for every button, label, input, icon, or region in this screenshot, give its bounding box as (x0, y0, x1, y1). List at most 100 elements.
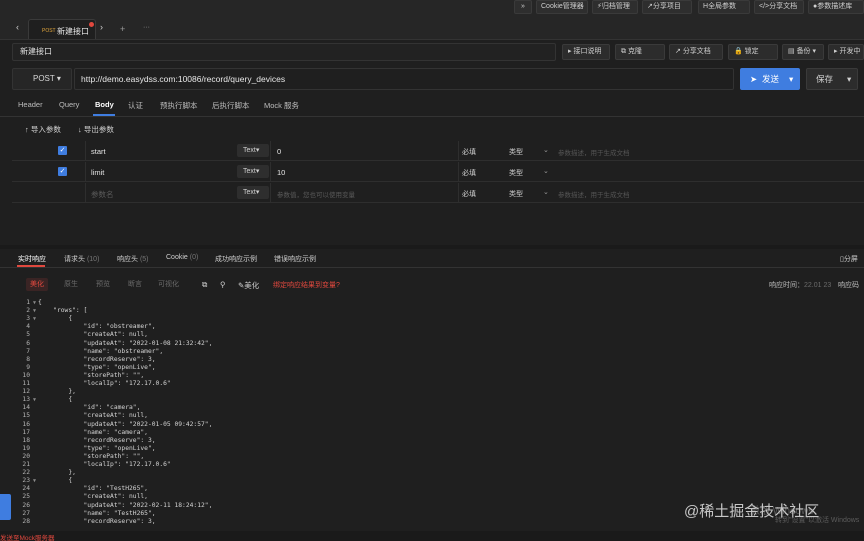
beautify-button[interactable]: ✎美化 (238, 280, 259, 291)
param-key-input[interactable]: limit (91, 168, 104, 177)
app-window: » Cookie管理器 ⚡归档管理 ↗分享项目 H全局参数 </>分享文档 ●参… (0, 0, 864, 541)
api-doc-button[interactable]: ▸ 接口说明 (562, 44, 610, 60)
share-doc-button[interactable]: ↗ 分享文档 (669, 44, 723, 60)
format-beautify-button[interactable]: 美化 (26, 278, 48, 291)
tab-cookie[interactable]: Cookie (0) (166, 254, 198, 261)
url-input[interactable]: http://demo.easydss.com:10086/record/que… (74, 68, 734, 90)
param-key-input[interactable]: 参数名 (91, 189, 114, 200)
send-options-chevron-icon[interactable]: ▾ (789, 68, 793, 90)
side-collapse-handle[interactable] (0, 494, 11, 520)
search-icon[interactable]: ⚲ (220, 280, 226, 289)
cookie-manager-button[interactable]: Cookie管理器 (536, 0, 588, 14)
dev-status-button[interactable]: ▸ 开发中 (828, 44, 864, 60)
response-tabs-divider (0, 267, 864, 268)
add-tab-button[interactable]: + (120, 24, 125, 34)
send-button[interactable]: ➤ 发送 ▾ (740, 68, 800, 90)
share-docs-top-button[interactable]: </>分享文档 (754, 0, 804, 14)
tab-request-headers[interactable]: 请求头 (10) (64, 254, 99, 264)
fold-toggle-icon[interactable]: ▼ (33, 316, 36, 322)
tab-label: Cookie (166, 254, 188, 261)
line-number: 19 (22, 444, 30, 452)
lock-button[interactable]: 🔒 锁定 (728, 44, 778, 60)
tab-post-script[interactable]: 后执行脚本 (212, 100, 250, 111)
tab-body[interactable]: Body (95, 100, 114, 109)
tab-scroll-right-icon[interactable]: › (100, 22, 103, 32)
param-desc-lib-button[interactable]: ●参数描述库 (808, 0, 864, 14)
toolbar-more-button[interactable]: » (514, 0, 532, 14)
tab-success-example[interactable]: 成功响应示例 (215, 254, 257, 264)
param-value-input[interactable]: 0 (277, 147, 281, 156)
line-number: 3 (26, 315, 30, 323)
param-required-select[interactable]: 必填 (462, 147, 476, 157)
tab-scroll-left-icon[interactable]: ‹ (16, 22, 19, 32)
line-number: 20 (22, 452, 30, 460)
fold-toggle-icon[interactable]: ▼ (33, 300, 36, 306)
copy-icon[interactable]: ⧉ (202, 280, 207, 290)
fold-toggle-icon[interactable]: ▼ (33, 397, 36, 403)
mock-send-status: 发送至Mock服务器 (0, 535, 55, 541)
chevron-down-icon[interactable]: ⌄ (543, 188, 549, 196)
tab-auth[interactable]: 认证 (128, 100, 143, 111)
line-number: 8 (26, 355, 30, 363)
param-value-input[interactable]: 10 (277, 168, 285, 177)
api-doc-label: 接口说明 (573, 48, 602, 55)
tab-label: 请求头 (64, 256, 85, 263)
param-type-select[interactable]: Text▾ (237, 186, 269, 199)
share-project-button[interactable]: ↗分享项目 (642, 0, 692, 14)
code-text: "recordReserve": 3, (38, 355, 156, 363)
param-enabled-checkbox[interactable]: ✓ (58, 146, 67, 155)
format-visualize-button[interactable]: 可视化 (154, 278, 183, 291)
format-raw-button[interactable]: 原生 (60, 278, 82, 291)
global-params-button[interactable]: H全局参数 (698, 0, 750, 14)
bind-response-vars-link[interactable]: 绑定响应结果到变量? (273, 280, 340, 290)
split-screen-button[interactable]: ▯分屏 (840, 254, 858, 264)
export-params-button[interactable]: ↓ 导出参数 (78, 124, 114, 135)
tab-live-response[interactable]: 实时响应 (18, 254, 46, 264)
code-text: }, (38, 469, 76, 477)
param-enabled-checkbox[interactable]: ✓ (58, 167, 67, 176)
tab-mock[interactable]: Mock 服务 (264, 100, 299, 111)
code-text: }, (38, 388, 76, 396)
tab-pre-script[interactable]: 预执行脚本 (160, 100, 198, 111)
param-required-select[interactable]: 必填 (462, 189, 476, 199)
tab-header[interactable]: Header (18, 100, 43, 109)
fold-toggle-icon[interactable]: ▼ (33, 308, 36, 314)
chevron-down-icon: ▾ (255, 189, 260, 196)
archive-manager-button[interactable]: ⚡归档管理 (592, 0, 638, 14)
tab-more-button[interactable]: ··· (143, 24, 150, 31)
chevron-down-icon[interactable]: ⌄ (543, 146, 549, 154)
beautify-label: 美化 (244, 281, 260, 290)
panel-resizer[interactable] (0, 245, 864, 249)
param-required-select[interactable]: 必填 (462, 168, 476, 178)
tab-new-api[interactable]: POST 新建接口 (28, 19, 96, 39)
code-text: "id": "TestH265", (38, 485, 148, 493)
param-datatype-select[interactable]: 类型 (509, 189, 523, 199)
param-desc-input[interactable]: 参数描述，用于生成文档 (558, 189, 630, 199)
tab-response-headers[interactable]: 响应头 (5) (117, 254, 149, 264)
format-preview-button[interactable]: 预览 (92, 278, 114, 291)
tab-query[interactable]: Query (59, 100, 79, 109)
clone-button[interactable]: ⧉ 克隆 (615, 44, 665, 60)
param-value-input[interactable]: 参数值，您也可以使用变量 (277, 189, 355, 199)
backup-button[interactable]: ▤ 备份 ▾ (782, 44, 824, 60)
response-body-viewer[interactable]: 1 ▼{2 ▼ "rows": [3 ▼ {4 "id": "obstreamer",… (0, 299, 864, 529)
param-key-input[interactable]: start (91, 147, 106, 156)
param-datatype-select[interactable]: 类型 (509, 147, 523, 157)
param-datatype-select[interactable]: 类型 (509, 168, 523, 178)
save-button[interactable]: 保存 ▾ (806, 68, 858, 90)
code-text: { (38, 299, 42, 306)
fold-toggle-icon[interactable]: ▼ (33, 478, 36, 484)
chevron-down-icon[interactable]: ⌄ (543, 167, 549, 175)
import-params-button[interactable]: ↑ 导入参数 (25, 124, 61, 135)
export-params-label: 导出参数 (83, 125, 114, 134)
param-desc-input[interactable]: 参数描述，用于生成文档 (558, 147, 630, 157)
dev-status-label: 开发中 (839, 48, 861, 55)
format-assert-button[interactable]: 断言 (124, 278, 146, 291)
line-number: 22 (22, 469, 30, 477)
api-name-input[interactable]: 新建接口 (12, 43, 556, 61)
tab-error-example[interactable]: 错误响应示例 (274, 254, 316, 264)
param-type-select[interactable]: Text▾ (237, 144, 269, 157)
param-type-select[interactable]: Text▾ (237, 165, 269, 178)
line-number: 23 (22, 477, 30, 485)
method-select[interactable]: POST ▾ (12, 68, 72, 90)
